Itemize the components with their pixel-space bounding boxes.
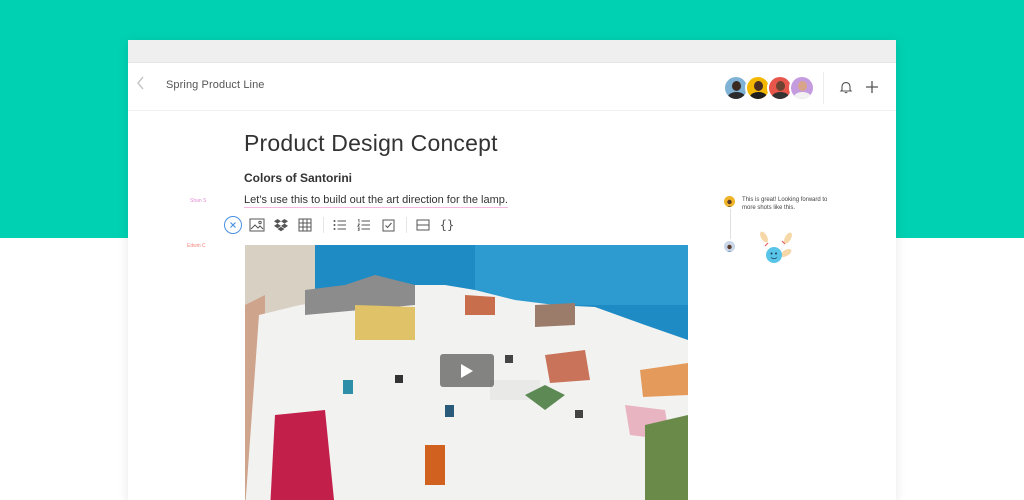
video-embed[interactable] xyxy=(245,245,688,500)
header-divider xyxy=(823,72,824,104)
insert-divider-button[interactable] xyxy=(412,214,434,236)
thread-line xyxy=(730,209,731,239)
code-block-button[interactable]: {} xyxy=(436,214,458,236)
page-title[interactable]: Product Design Concept xyxy=(244,130,498,157)
insert-table-button[interactable] xyxy=(294,214,316,236)
insert-dropbox-button[interactable] xyxy=(270,214,292,236)
chevron-left-icon[interactable] xyxy=(136,76,150,94)
toolbar-separator xyxy=(406,217,407,233)
insert-image-button[interactable] xyxy=(246,214,268,236)
author-tag: Shan S xyxy=(190,198,207,204)
paragraph[interactable]: Let’s use this to build out the art dire… xyxy=(244,194,508,208)
author-tag: Edwin C xyxy=(187,243,206,249)
document-body: Product Design Concept Colors of Santori… xyxy=(128,110,896,500)
doc-breadcrumb-title[interactable]: Spring Product Line xyxy=(166,79,265,91)
comment-avatar[interactable] xyxy=(724,241,735,252)
paragraph-text: Let’s use this to build out the art dire… xyxy=(244,194,508,208)
toolbar-separator xyxy=(323,217,324,233)
avatar[interactable] xyxy=(789,75,815,101)
divider-icon xyxy=(416,219,430,231)
numbered-list-icon xyxy=(357,219,370,231)
section-heading[interactable]: Colors of Santorini xyxy=(244,171,352,185)
close-icon xyxy=(224,216,242,234)
code-block-icon: {} xyxy=(439,218,455,232)
close-toolbar-button[interactable] xyxy=(222,214,244,236)
bowling-sticker[interactable] xyxy=(756,229,796,269)
bulleted-list-icon xyxy=(333,220,346,230)
checklist-button[interactable] xyxy=(377,214,399,236)
bulleted-list-button[interactable] xyxy=(329,214,351,236)
insert-toolbar: {} xyxy=(222,214,460,236)
image-icon xyxy=(249,218,265,232)
collaborator-avatars[interactable] xyxy=(723,75,815,101)
plus-icon[interactable] xyxy=(864,79,880,95)
numbered-list-button[interactable] xyxy=(353,214,375,236)
comment-thread: This is great! Looking forward to more s… xyxy=(724,195,844,275)
play-icon xyxy=(461,363,473,378)
bell-icon[interactable] xyxy=(839,80,853,94)
dropbox-icon xyxy=(274,219,288,232)
comment-avatar[interactable] xyxy=(724,196,735,207)
window-titlebar xyxy=(128,40,896,63)
comment-text[interactable]: This is great! Looking forward to more s… xyxy=(742,196,842,212)
play-button[interactable] xyxy=(440,354,494,387)
doc-header: Spring Product Line xyxy=(128,62,896,111)
checkbox-icon xyxy=(382,219,394,231)
table-icon xyxy=(298,218,312,232)
app-window: Spring Product Line Product Design Conce… xyxy=(128,40,896,500)
